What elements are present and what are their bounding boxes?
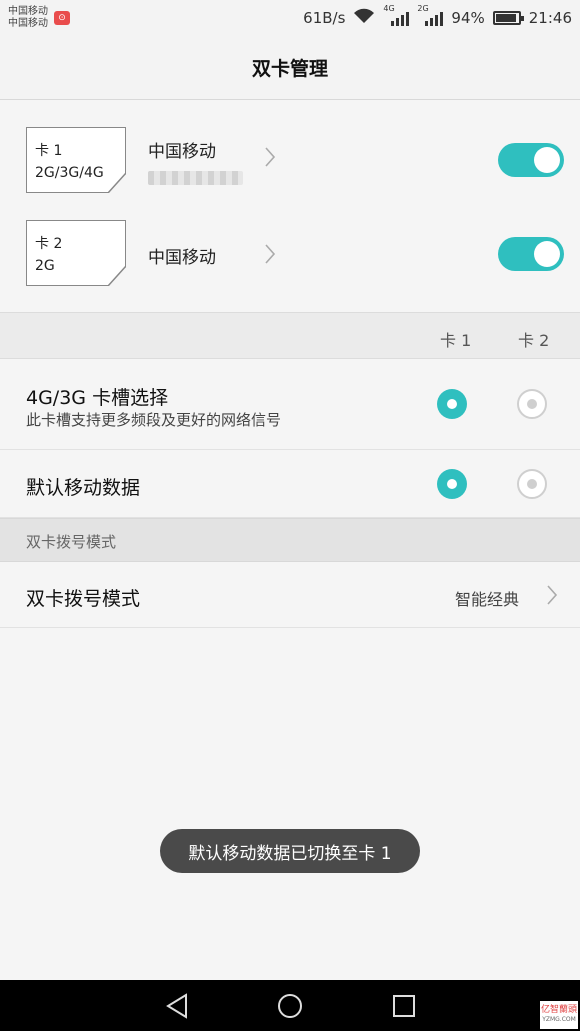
dial-mode-section-title: 双卡拨号模式 [26,533,117,551]
back-icon[interactable] [164,992,192,1024]
sim-1-number-masked [148,171,243,185]
option-default-data-label: 默认移动数据 [26,477,141,499]
battery-icon [492,11,524,25]
sim2-network-label: 2G [417,4,429,13]
sim-1-slot-label: 卡 1 [35,143,63,159]
toast-message: 默认移动数据已切换至卡 1 [160,829,420,873]
dial-mode-label: 双卡拨号模式 [26,588,141,610]
dial-mode-value: 智能经典 [455,590,520,609]
data-radio-card-1[interactable] [437,469,467,499]
slot-radio-card-2[interactable] [517,389,547,419]
option-4g3g-sub: 此卡槽支持更多频段及更好的网络信号 [26,411,282,429]
clock: 21:46 [528,9,572,27]
sim1-network-label: 4G [383,4,395,13]
column-card-2: 卡 2 [518,331,550,350]
sim-1-row[interactable]: 卡 1 2G/3G/4G 中国移动 [0,114,580,206]
sim2-signal-icon: 2G [417,4,444,26]
net-speed: 61B/s [303,9,346,27]
title-bar: 双卡管理 [0,36,580,100]
sim-2-operator: 中国移动 [148,248,216,268]
option-4g3g-label: 4G/3G 卡槽选择 [26,387,169,409]
slot-radio-card-1[interactable] [437,389,467,419]
option-4g3g-slot: 4G/3G 卡槽选择 此卡槽支持更多频段及更好的网络信号 [0,359,580,450]
watermark-domain: YZMG.COM [542,1016,576,1023]
carrier-stack: 中国移动 中国移动 [8,6,48,30]
carrier-2-label: 中国移动 [8,18,48,29]
status-right: 61B/s 4G 2G 94% 21:46 [303,4,572,28]
sim-2-slot-label: 卡 2 [35,236,63,252]
column-card-1: 卡 1 [440,331,472,350]
dial-mode-row[interactable]: 双卡拨号模式 智能经典 [0,562,580,628]
navigation-bar: 亿智蘭頭 YZMG.COM [0,980,580,1031]
notification-icon: ⊙ [54,11,70,25]
sim-2-bands: 2G [35,258,55,274]
sim-1-chevron-right-icon[interactable] [264,146,276,174]
sim1-signal-icon: 4G [383,4,410,26]
sim-1-toggle[interactable] [498,143,564,177]
sim-2-toggle[interactable] [498,237,564,271]
sim-2-toggle-knob [534,241,560,267]
wifi-icon [353,8,375,28]
watermark-text: 亿智蘭頭 [540,1005,577,1015]
sim-2-chevron-right-icon[interactable] [264,243,276,271]
data-radio-card-2[interactable] [517,469,547,499]
sim-1-operator: 中国移动 [148,142,216,162]
home-icon[interactable] [276,992,304,1024]
sim-2-row[interactable]: 卡 2 2G 中国移动 [0,207,580,299]
option-default-data: 默认移动数据 [0,450,580,518]
card-column-header: 卡 1 卡 2 [0,312,580,359]
dial-mode-section-header: 双卡拨号模式 [0,518,580,562]
status-bar: 中国移动 中国移动 ⊙ 61B/s 4G 2G 94% 21:46 [0,0,580,36]
sim-1-toggle-knob [534,147,560,173]
sim-1-card-icon: 卡 1 2G/3G/4G [26,127,126,193]
carrier-1-label: 中国移动 [8,6,48,17]
carrier-info: 中国移动 中国移动 ⊙ [8,6,70,30]
sim-2-card-icon: 卡 2 2G [26,220,126,286]
battery-percent: 94% [451,9,485,27]
dial-mode-chevron-right-icon [546,584,558,612]
sim-1-bands: 2G/3G/4G [35,165,104,181]
battery-fill [495,14,517,22]
recents-icon[interactable] [390,992,418,1024]
page-title: 双卡管理 [251,58,328,80]
watermark-logo: 亿智蘭頭 YZMG.COM [540,1001,578,1029]
